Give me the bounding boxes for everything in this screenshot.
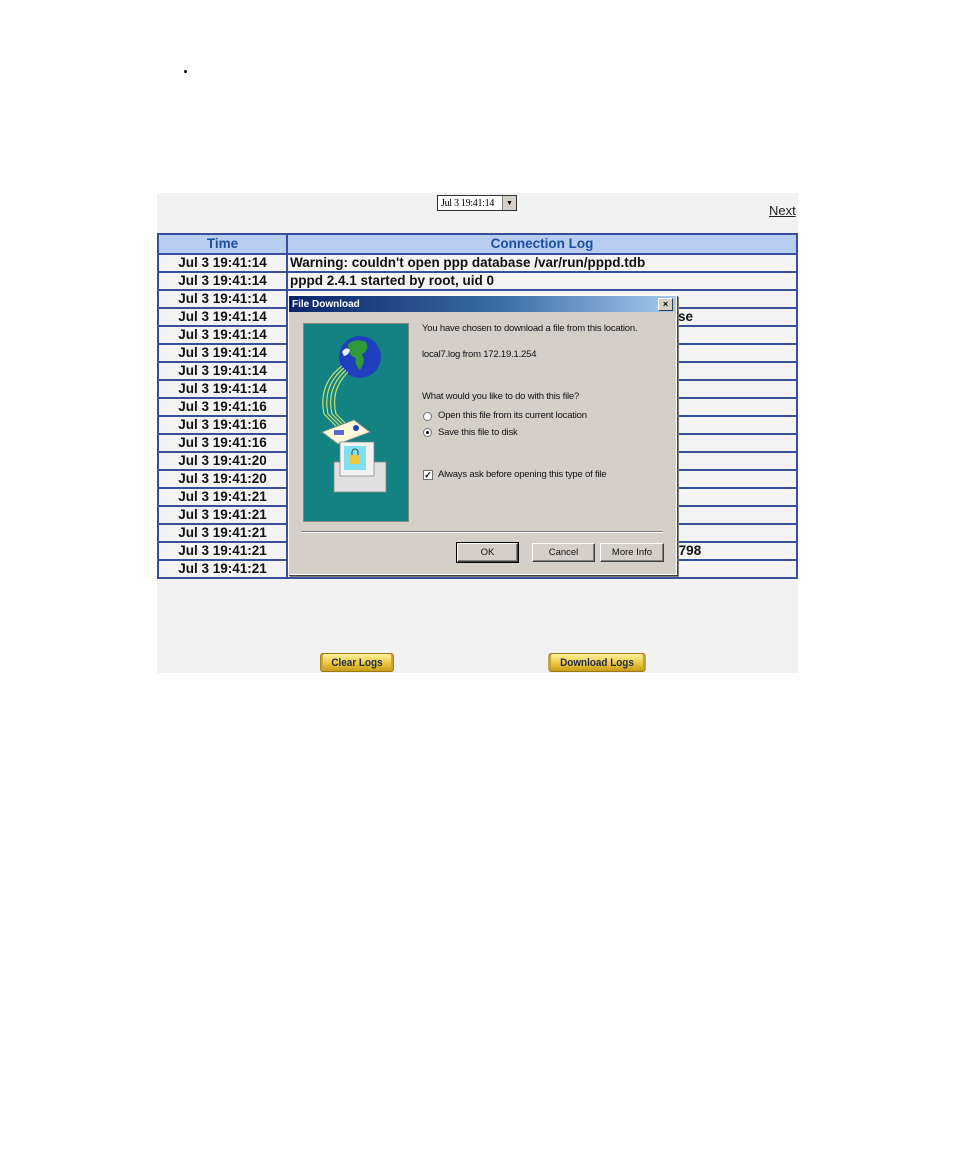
ok-button[interactable]: OK <box>456 542 519 563</box>
table-row: Jul 3 19:41:14 Warning: couldn't open ppp… <box>157 253 798 273</box>
date-select-value: Jul 3 19:41:14 <box>441 197 495 209</box>
log-time-cell: Jul 3 19:41:16 <box>157 433 288 453</box>
log-time-cell: Jul 3 19:41:14 <box>157 271 288 291</box>
log-time-cell: Jul 3 19:41:21 <box>157 523 288 543</box>
open-file-radio[interactable] <box>423 412 432 421</box>
log-time-cell: Jul 3 19:41:21 <box>157 559 288 579</box>
header-time: Time <box>157 233 288 255</box>
log-time-cell: Jul 3 19:41:20 <box>157 451 288 471</box>
globe-icon <box>339 336 381 378</box>
log-time-cell: Jul 3 19:41:14 <box>157 307 288 327</box>
log-time-cell: Jul 3 19:41:16 <box>157 415 288 435</box>
computer-icon <box>333 441 387 493</box>
table-row: Jul 3 19:41:14 pppd 2.4.1 started by root… <box>157 271 798 291</box>
always-ask-label[interactable]: Always ask before opening this type of f… <box>438 469 607 480</box>
download-logs-button[interactable]: Download Logs <box>548 653 646 672</box>
dialog-titlebar[interactable]: File Download × <box>289 296 676 312</box>
clear-logs-button[interactable]: Clear Logs <box>320 653 394 672</box>
bullet-dot <box>184 70 187 73</box>
log-time-cell: Jul 3 19:41:14 <box>157 343 288 363</box>
save-file-radio[interactable] <box>423 428 432 437</box>
file-download-dialog: File Download × You have chosen to downl… <box>288 295 677 575</box>
dialog-intro-text: You have chosen to download a file from … <box>422 323 638 334</box>
dialog-file-source: local7.log from 172.19.1.254 <box>422 349 537 360</box>
log-time-cell: Jul 3 19:41:14 <box>157 361 288 381</box>
more-info-button[interactable]: More Info <box>600 543 664 562</box>
cancel-button[interactable]: Cancel <box>532 543 595 562</box>
log-time-cell: Jul 3 19:41:21 <box>157 541 288 561</box>
dropdown-arrow-icon[interactable]: ▼ <box>502 196 516 210</box>
log-time-cell: Jul 3 19:41:14 <box>157 253 288 273</box>
next-link[interactable]: Next <box>769 203 796 218</box>
download-illustration <box>303 323 409 522</box>
header-connection-log: Connection Log <box>286 233 798 255</box>
log-time-cell: Jul 3 19:41:21 <box>157 505 288 525</box>
date-select[interactable]: Jul 3 19:41:14 ▼ <box>437 195 517 211</box>
log-time-cell: Jul 3 19:41:14 <box>157 325 288 345</box>
log-time-cell: Jul 3 19:41:14 <box>157 289 288 309</box>
always-ask-checkbox[interactable]: ✓ <box>423 470 433 480</box>
log-time-cell: Jul 3 19:41:21 <box>157 487 288 507</box>
download-stream-icon <box>322 365 351 429</box>
dialog-title: File Download <box>292 298 360 310</box>
table-header-row: Time Connection Log <box>157 233 798 255</box>
dialog-separator <box>301 531 663 533</box>
log-time-cell: Jul 3 19:41:20 <box>157 469 288 489</box>
close-icon[interactable]: × <box>658 297 673 311</box>
log-time-cell: Jul 3 19:41:16 <box>157 397 288 417</box>
log-time-cell: Jul 3 19:41:14 <box>157 379 288 399</box>
document-icon <box>321 419 371 445</box>
open-file-label[interactable]: Open this file from its current location <box>438 410 587 421</box>
dialog-question: What would you like to do with this file… <box>422 391 580 402</box>
save-file-label[interactable]: Save this file to disk <box>438 427 518 438</box>
log-message-cell: Warning: couldn't open ppp database /var… <box>286 253 798 273</box>
log-message-cell: pppd 2.4.1 started by root, uid 0 <box>286 271 798 291</box>
